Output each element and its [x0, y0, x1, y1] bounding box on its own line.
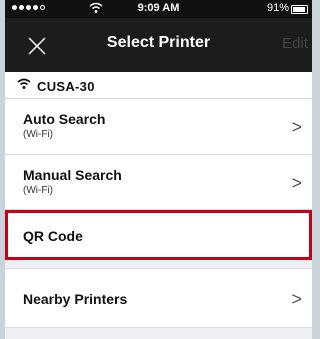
network-name: CUSA-30 — [37, 79, 95, 94]
battery-icon — [291, 5, 308, 14]
phone-screen: 9:09 AM 91% Select Printer Edit CUSA-30 … — [5, 0, 312, 339]
navigation-bar: Select Printer Edit — [5, 18, 312, 72]
row-title: Manual Search — [23, 167, 122, 183]
row-subtitle: (Wi-Fi) — [23, 129, 53, 140]
page-title: Select Printer — [106, 34, 211, 51]
wifi-icon — [17, 78, 31, 89]
network-header: CUSA-30 — [5, 72, 312, 99]
section-gap — [5, 260, 312, 268]
qr-code-row[interactable]: QR Code — [5, 210, 312, 260]
battery-percentage: 91% — [266, 2, 289, 14]
row-title: Auto Search — [23, 111, 106, 127]
nearby-printers-row[interactable]: Nearby Printers > — [5, 268, 312, 328]
row-title: QR Code — [23, 228, 83, 244]
chevron-right-icon: > — [291, 173, 302, 193]
chevron-right-icon: > — [291, 117, 302, 137]
row-title: Nearby Printers — [23, 291, 128, 307]
status-bar: 9:09 AM 91% — [5, 0, 312, 18]
auto-search-row[interactable]: Auto Search (Wi-Fi) > — [5, 99, 312, 155]
status-time: 9:09 AM — [137, 2, 180, 14]
row-subtitle: (Wi-Fi) — [23, 185, 53, 196]
chevron-right-icon: > — [291, 289, 302, 309]
manual-search-row[interactable]: Manual Search (Wi-Fi) > — [5, 155, 312, 210]
edit-button[interactable]: Edit — [282, 35, 308, 52]
